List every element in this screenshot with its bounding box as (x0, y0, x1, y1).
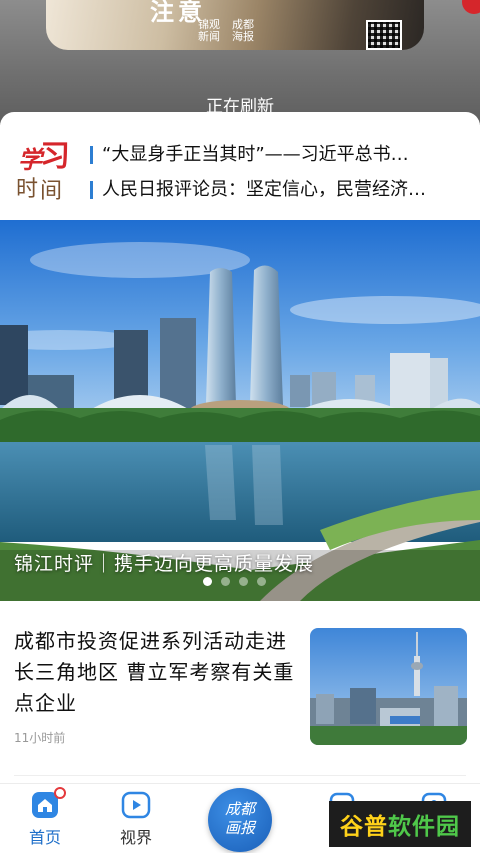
carousel-dots (203, 577, 266, 586)
center-logo-icon: 成都 画报 (208, 788, 272, 852)
carousel-dot[interactable] (221, 577, 230, 586)
red-dot-icon (462, 0, 480, 14)
watermark-logo: 谷普 软件园 (329, 801, 471, 847)
tab-home[interactable]: 首页 (10, 784, 80, 853)
top-banner-ad[interactable]: 注意 锦观新闻 成都海报 (46, 0, 424, 50)
headline-item[interactable]: “大显身手正当其时”——习近平总书… (90, 141, 470, 171)
qr-code-icon (366, 20, 402, 50)
article-thumbnail (310, 628, 467, 745)
tab-home-label: 首页 (28, 828, 61, 847)
news-article-card[interactable]: 成都市投资促进系列活动走进长三角地区 曹立军考察有关重点企业 11小时前 (0, 601, 480, 777)
article-title: 成都市投资促进系列活动走进长三角地区 曹立军考察有关重点企业 (14, 629, 295, 715)
svg-text:时: 时 (16, 177, 38, 202)
hero-image (0, 220, 480, 601)
banner-brand-2: 成都海报 (232, 18, 254, 43)
watermark-part-a: 谷普 (340, 814, 388, 840)
hero-carousel[interactable]: 锦江时评｜携手迈向更高质量发展 (0, 220, 480, 601)
banner-brand-1: 锦观新闻 (198, 18, 220, 43)
play-icon (121, 791, 151, 819)
divider (14, 775, 466, 776)
article-time: 11小时前 (14, 731, 66, 745)
banner-brand: 锦观新闻 成都海报 (198, 19, 262, 43)
svg-text:间: 间 (40, 179, 62, 204)
xuexi-logo-icon[interactable]: 学 习 时 间 (12, 139, 70, 204)
headline-item[interactable]: 人民日报评论员：坚定信心，民营经济… (90, 176, 470, 206)
carousel-dot[interactable] (257, 577, 266, 586)
refresh-area: 注意 锦观新闻 成都海报 正在刷新 (0, 0, 480, 125)
hero-caption: 锦江时评｜携手迈向更高质量发展 (14, 553, 315, 575)
tab-chengdu-huabao[interactable]: 成都 画报 (204, 784, 276, 853)
notification-dot-icon (54, 787, 66, 799)
carousel-dot[interactable] (239, 577, 248, 586)
carousel-dot[interactable] (203, 577, 212, 586)
svg-text:习: 习 (40, 140, 68, 174)
tab-shijie-label: 视界 (119, 828, 152, 847)
tab-shijie[interactable]: 视界 (101, 784, 171, 853)
watermark-part-b: 软件园 (388, 814, 460, 840)
